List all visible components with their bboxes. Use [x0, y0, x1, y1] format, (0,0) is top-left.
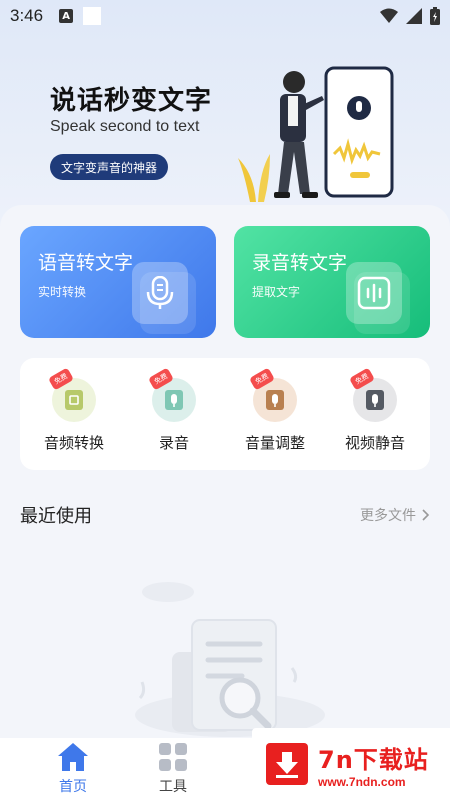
- tab-label: 工具: [159, 779, 187, 795]
- volume-icon: 免费: [248, 367, 297, 422]
- microphone-icon: [132, 262, 188, 324]
- tab-tools[interactable]: 工具: [123, 738, 223, 800]
- video-mute-icon: 免费: [348, 367, 397, 422]
- status-bar: 3:46 A: [0, 0, 450, 32]
- notification-icon: [83, 7, 102, 25]
- home-icon: [58, 743, 88, 771]
- more-files-link[interactable]: 更多文件: [360, 505, 430, 525]
- tool-label: 录音: [158, 434, 189, 452]
- tab-home[interactable]: 首页: [23, 738, 123, 800]
- recent-title: 最近使用: [20, 506, 92, 527]
- card-subtitle: 实时转换: [38, 285, 87, 299]
- card-title: 录音转文字: [252, 252, 348, 274]
- speech-to-text-card[interactable]: 语音转文字 实时转换: [20, 226, 216, 338]
- tool-label: 音频转换: [43, 434, 104, 452]
- watermark-url: www.7ndn.com: [318, 774, 406, 789]
- tool-video-mute[interactable]: 免费 视频静音: [325, 367, 425, 453]
- tool-label: 视频静音: [344, 434, 405, 452]
- grid-icon: [159, 743, 187, 771]
- tool-record[interactable]: 免费 录音: [124, 367, 224, 453]
- hero-illustration: [238, 66, 394, 202]
- status-time: 3:46: [10, 6, 44, 25]
- hero-subtitle: Speak second to text: [50, 118, 200, 135]
- tools-panel: 免费 音频转换 免费 录音 免费 音量调整 免费 视频静音: [20, 358, 430, 470]
- chevron-right-icon: [422, 509, 430, 521]
- recent-section-header: 最近使用 更多文件: [20, 502, 430, 528]
- recording-to-text-card[interactable]: 录音转文字 提取文字: [234, 226, 430, 338]
- signal-icon: [406, 8, 422, 24]
- tab-label: 首页: [59, 779, 87, 795]
- wifi-icon: [380, 8, 398, 23]
- site-watermark: 7n下载站 www.7ndn.com: [252, 728, 450, 800]
- more-files-label: 更多文件: [360, 508, 416, 524]
- card-title: 语音转文字: [38, 252, 134, 274]
- empty-state-illustration: [135, 582, 325, 737]
- download-arrow-icon: [266, 743, 308, 785]
- hero-title: 说话秒变文字: [50, 86, 213, 116]
- tool-label: 音量调整: [244, 434, 305, 452]
- tool-audio-convert[interactable]: 免费 音频转换: [24, 367, 124, 453]
- record-icon: 免费: [147, 367, 196, 422]
- notification-a-icon: A: [59, 9, 74, 23]
- tool-volume-adjust[interactable]: 免费 音量调整: [225, 367, 325, 453]
- waveform-icon: [346, 262, 402, 324]
- battery-icon: [430, 7, 440, 25]
- audio-convert-icon: 免费: [47, 367, 96, 422]
- card-subtitle: 提取文字: [252, 285, 301, 299]
- watermark-title: 7n下载站: [318, 745, 429, 774]
- hero-tag: 文字变声音的神器: [50, 154, 169, 180]
